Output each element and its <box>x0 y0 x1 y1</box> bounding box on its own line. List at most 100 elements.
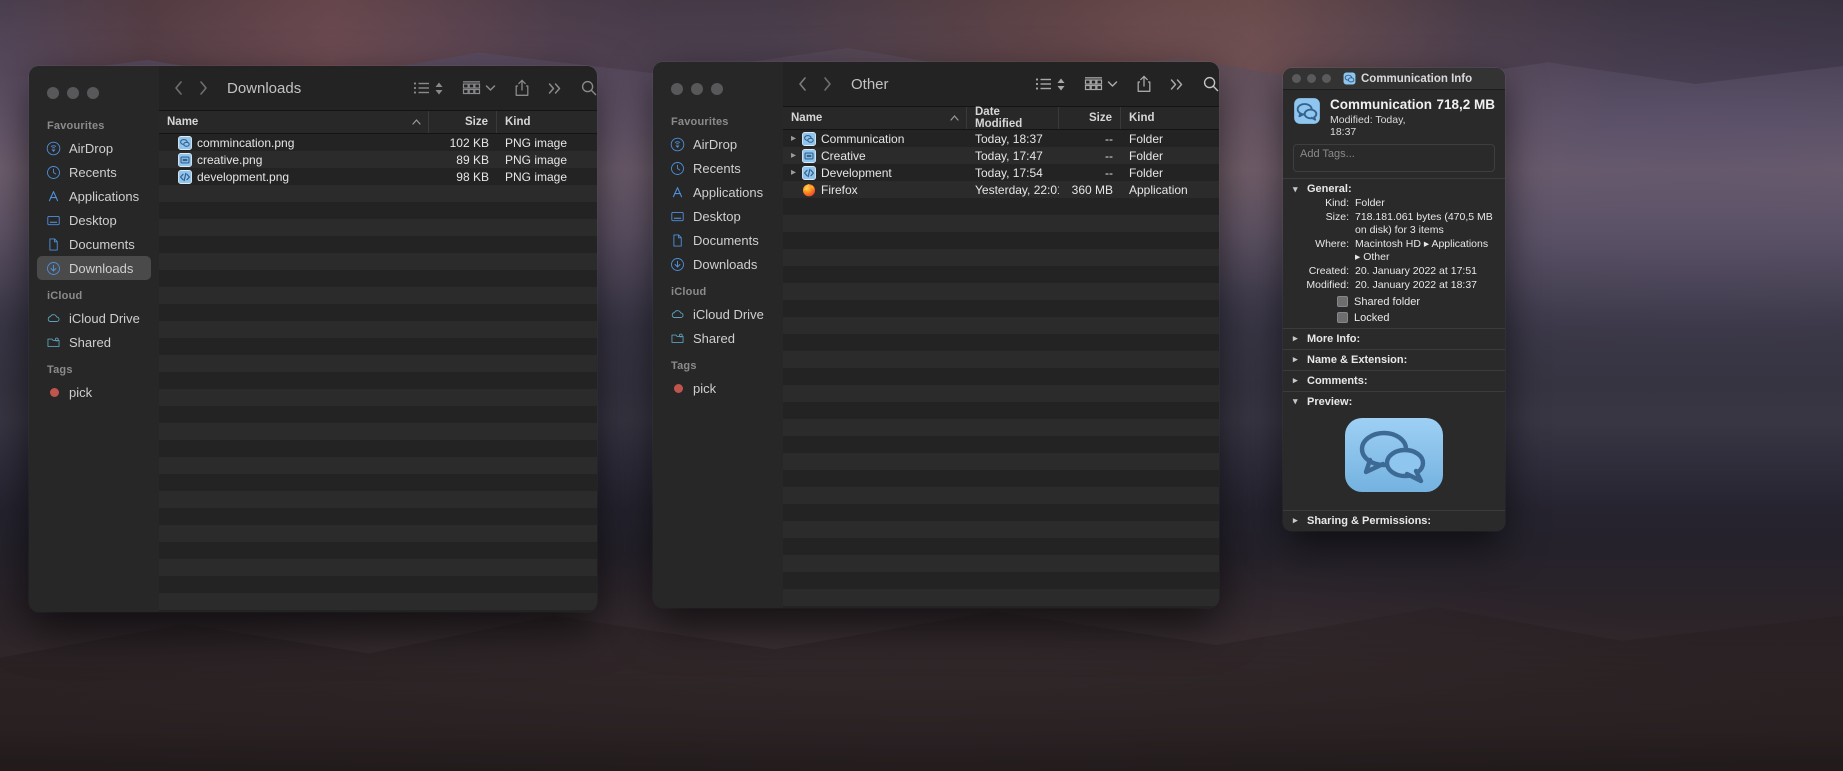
toolbar-other[interactable]: Other <box>783 62 1219 106</box>
finder-window-other[interactable]: Favourites AirDrop Recents Applications Desk… <box>653 62 1219 608</box>
chevron-right-icon[interactable] <box>198 80 209 96</box>
info-section-general[interactable]: ▾ General: Kind: Folder Size: 718.181.061 b… <box>1283 178 1505 328</box>
checkbox-shared-folder[interactable] <box>1337 296 1348 308</box>
sidebar-item-recents[interactable]: Recents <box>37 160 151 184</box>
disclosure-triangle-icon[interactable]: ▸ <box>791 167 802 178</box>
sidebar-item-downloads[interactable]: Downloads <box>661 252 775 276</box>
minimize-button[interactable] <box>691 83 703 95</box>
section-header[interactable]: ▸ More Info: <box>1293 333 1495 345</box>
chevron-right-icon[interactable] <box>822 76 833 92</box>
sidebar-item-airdrop[interactable]: AirDrop <box>661 132 775 156</box>
group-view-icon[interactable] <box>462 80 481 96</box>
sort-stepper-icon[interactable] <box>1056 77 1066 92</box>
traffic-lights-downloads[interactable] <box>29 87 99 99</box>
column-headers-downloads[interactable]: Name Size Kind <box>159 110 597 134</box>
general-checkboxes[interactable]: Shared folder Locked <box>1293 296 1495 324</box>
table-row[interactable]: commincation.png 102 KB PNG image <box>159 134 597 151</box>
column-header-name[interactable]: Name <box>783 107 967 129</box>
sidebar-downloads[interactable]: Favourites AirDrop Recents Applications Desk… <box>29 66 159 612</box>
table-row[interactable]: creative.png 89 KB PNG image <box>159 151 597 168</box>
close-button[interactable] <box>47 87 59 99</box>
column-header-name[interactable]: Name <box>159 111 429 133</box>
section-header[interactable]: ▸ Comments: <box>1293 375 1495 387</box>
more-chevrons-icon[interactable] <box>548 82 563 95</box>
info-section-more-info[interactable]: ▸ More Info: <box>1283 327 1505 349</box>
sort-stepper-icon[interactable] <box>434 81 444 96</box>
chevron-left-icon[interactable] <box>797 76 808 92</box>
zoom-button[interactable] <box>711 83 723 95</box>
column-header-size[interactable]: Size <box>429 111 497 133</box>
table-row[interactable]: development.png 98 KB PNG image <box>159 168 597 185</box>
sidebar-item-icloud-drive[interactable]: iCloud Drive <box>661 302 775 326</box>
disclosure-triangle-icon[interactable]: ▸ <box>791 133 802 144</box>
group-view-icon[interactable] <box>1084 76 1103 92</box>
sidebar-item-documents[interactable]: Documents <box>37 232 151 256</box>
column-header-date-modified[interactable]: Date Modified <box>967 106 1059 130</box>
zoom-button[interactable] <box>87 87 99 99</box>
checkbox-row[interactable]: Shared folder <box>1337 296 1495 308</box>
column-header-kind[interactable]: Kind <box>1121 107 1219 129</box>
general-section-header[interactable]: ▾ General: <box>1293 183 1495 195</box>
sidebar-item-recents[interactable]: Recents <box>661 156 775 180</box>
traffic-lights-other[interactable] <box>653 83 723 95</box>
info-section-comments[interactable]: ▸ Comments: <box>1283 369 1505 391</box>
info-titlebar[interactable]: Communication Info <box>1283 68 1505 90</box>
sharing-section-header[interactable]: ▸ Sharing & Permissions: <box>1293 515 1495 527</box>
column-header-kind[interactable]: Kind <box>497 111 597 133</box>
close-button[interactable] <box>1292 74 1301 83</box>
finder-window-downloads[interactable]: Favourites AirDrop Recents Applications Desk… <box>29 66 597 612</box>
add-tags-field[interactable]: Add Tags... <box>1293 144 1495 172</box>
chevron-down-icon[interactable] <box>1107 80 1118 88</box>
sidebar-item-desktop[interactable]: Desktop <box>37 208 151 232</box>
file-list-downloads[interactable]: commincation.png 102 KB PNG image creative.… <box>159 134 597 612</box>
disclosure-triangle-icon[interactable]: ▸ <box>791 150 802 161</box>
sidebar-item-documents[interactable]: Documents <box>661 228 775 252</box>
sidebar-item-downloads[interactable]: Downloads <box>37 256 151 280</box>
list-view-icon[interactable] <box>1035 77 1052 91</box>
sidebar-other[interactable]: Favourites AirDrop Recents Applications Desk… <box>653 62 783 608</box>
column-header-size[interactable]: Size <box>1059 107 1121 129</box>
toolbar-downloads[interactable]: Downloads <box>159 66 597 110</box>
info-section-sharing[interactable]: ▸ Sharing & Permissions: <box>1283 509 1505 531</box>
minimize-button[interactable] <box>1307 74 1316 83</box>
column-headers-other[interactable]: Name Date Modified Size Kind <box>783 106 1219 130</box>
checkbox-row[interactable]: Locked <box>1337 312 1495 324</box>
chevron-left-icon[interactable] <box>173 80 184 96</box>
sidebar-tag-pick[interactable]: pick <box>661 376 775 400</box>
info-collapsed-sections[interactable]: ▸ More Info: ▸ Name & Extension: ▸ Comments: <box>1283 327 1505 391</box>
share-icon[interactable] <box>514 79 530 97</box>
list-view-icon[interactable] <box>413 81 430 95</box>
more-chevrons-icon[interactable] <box>1170 78 1185 91</box>
table-row[interactable]: ▸ Creative Today, 17:47 -- Folder <box>783 147 1219 164</box>
disclosure-down-icon[interactable]: ▾ <box>1293 396 1302 407</box>
info-section-name-extension[interactable]: ▸ Name & Extension: <box>1283 348 1505 370</box>
search-icon[interactable] <box>1203 76 1219 92</box>
sidebar-tag-pick[interactable]: pick <box>37 380 151 404</box>
info-section-preview[interactable]: ▾ Preview: <box>1283 390 1505 510</box>
table-row[interactable]: Firefox Yesterday, 22:01 360 MB Application <box>783 181 1219 198</box>
search-icon[interactable] <box>581 80 597 96</box>
checkbox-locked[interactable] <box>1337 312 1348 324</box>
preview-section-header[interactable]: ▾ Preview: <box>1293 396 1495 408</box>
disclosure-right-icon[interactable]: ▸ <box>1293 515 1302 526</box>
file-list-other[interactable]: ▸ Communication Today, 18:37 -- Folder ▸ Creat… <box>783 130 1219 608</box>
chevron-down-icon[interactable] <box>485 84 496 92</box>
table-row[interactable]: ▸ Communication Today, 18:37 -- Folder <box>783 130 1219 147</box>
sidebar-item-shared[interactable]: Shared <box>661 326 775 350</box>
disclosure-right-icon[interactable]: ▸ <box>1293 375 1302 386</box>
share-icon[interactable] <box>1136 75 1152 93</box>
close-button[interactable] <box>671 83 683 95</box>
sidebar-item-icloud-drive[interactable]: iCloud Drive <box>37 306 151 330</box>
section-header[interactable]: ▸ Name & Extension: <box>1293 354 1495 366</box>
disclosure-right-icon[interactable]: ▸ <box>1293 333 1302 344</box>
sidebar-item-applications[interactable]: Applications <box>661 180 775 204</box>
zoom-button[interactable] <box>1322 74 1331 83</box>
sidebar-item-applications[interactable]: Applications <box>37 184 151 208</box>
disclosure-down-icon[interactable]: ▾ <box>1293 184 1302 195</box>
sidebar-item-airdrop[interactable]: AirDrop <box>37 136 151 160</box>
get-info-window[interactable]: Communication Info Communication Modifie… <box>1283 68 1505 531</box>
table-row[interactable]: ▸ Development Today, 17:54 -- Folder <box>783 164 1219 181</box>
sidebar-item-desktop[interactable]: Desktop <box>661 204 775 228</box>
disclosure-right-icon[interactable]: ▸ <box>1293 354 1302 365</box>
sidebar-item-shared[interactable]: Shared <box>37 330 151 354</box>
